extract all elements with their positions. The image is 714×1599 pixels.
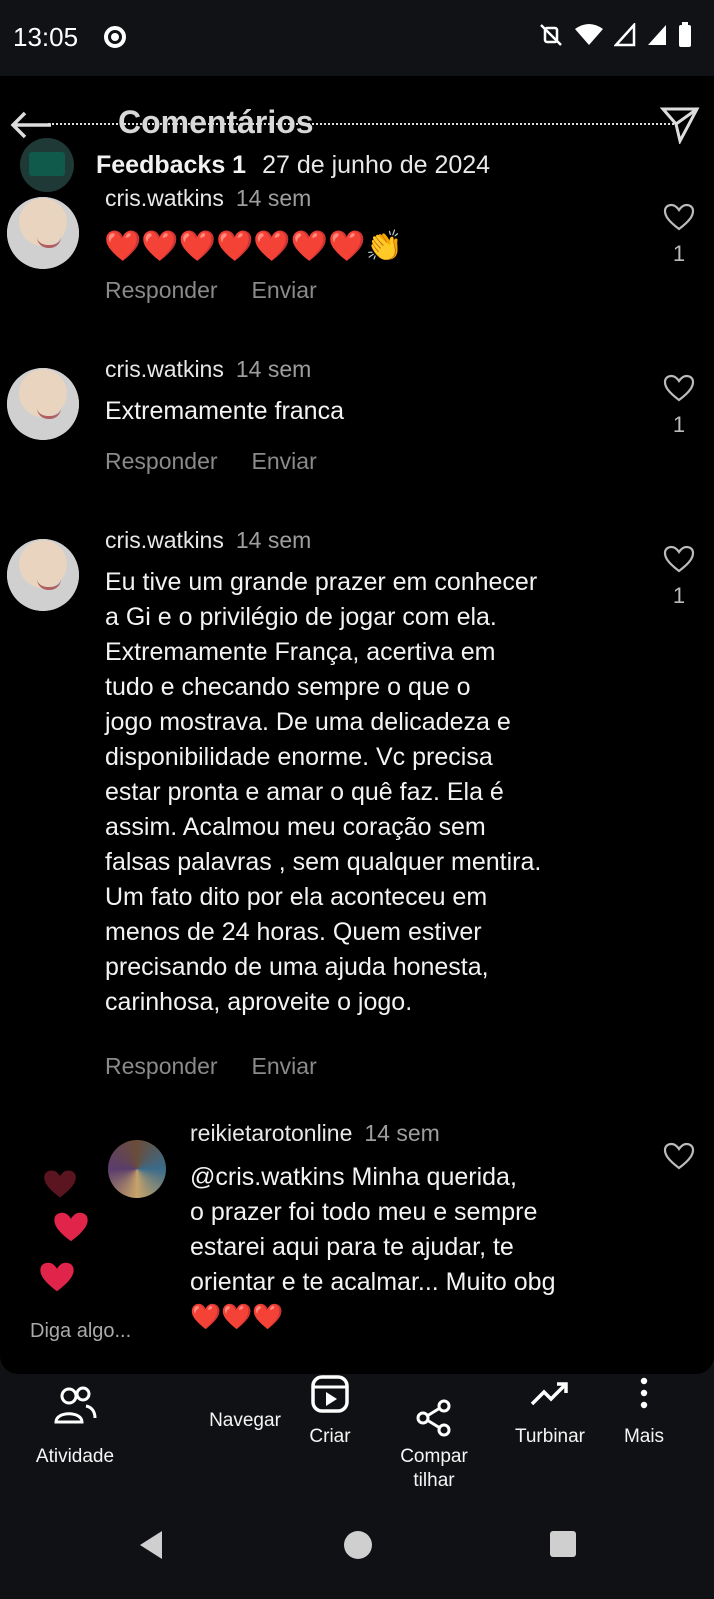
floating-heart-icon (44, 1170, 76, 1198)
activity-button[interactable]: Atividade (20, 1384, 130, 1468)
trending-icon (530, 1382, 568, 1406)
post-date: 27 de junho de 2024 (262, 150, 491, 179)
comment-time: 14 sem (235, 356, 312, 382)
nav-home-icon[interactable] (342, 1529, 374, 1561)
comment-text: Eu tive um grande prazer em conhecer a G… (105, 568, 542, 1016)
status-icons (538, 22, 692, 48)
status-bar: 13:05 (0, 0, 714, 76)
like-count: 1 (672, 583, 686, 608)
like-control (662, 1142, 696, 1174)
post-name: Feedbacks 1 (96, 150, 247, 179)
wifi-icon (575, 24, 603, 45)
floating-heart-icon (54, 1212, 88, 1242)
reply-button[interactable]: Responder (105, 1053, 218, 1080)
signal-icon (614, 23, 636, 47)
boost-label: Turbinar (514, 1426, 586, 1447)
page-title: Comentários (118, 104, 314, 140)
more-button[interactable]: Mais (614, 1374, 674, 1448)
boost-button[interactable]: Turbinar (500, 1374, 600, 1448)
like-control: 1 (662, 374, 696, 438)
share-icon (416, 1399, 451, 1437)
send-button[interactable]: Enviar (252, 448, 317, 475)
signal2-icon (648, 25, 666, 45)
people-icon (54, 1386, 97, 1424)
system-nav-bar (0, 1495, 714, 1599)
browse-button[interactable]: Navegar (195, 1410, 295, 1432)
reply-button[interactable]: Responder (105, 277, 218, 304)
avatar[interactable] (7, 539, 79, 611)
comment-actions: Responder Enviar (105, 277, 317, 304)
browse-label: Navegar (209, 1410, 281, 1431)
heart-outline-icon[interactable] (663, 203, 695, 231)
floating-heart-icon (40, 1262, 74, 1292)
comment-username[interactable]: cris.watkins (105, 356, 224, 382)
bottom-action-bar: Atividade Navegar Criar Compar tilhar Tu… (0, 1374, 714, 1495)
comment-text: Extremamente franca (105, 397, 344, 425)
play-box-icon (311, 1375, 349, 1413)
create-button[interactable]: Criar (296, 1374, 364, 1448)
nav-recents-icon[interactable] (549, 1530, 577, 1558)
heart-outline-icon[interactable] (663, 1142, 695, 1170)
more-label: Mais (623, 1426, 665, 1447)
status-time: 13:05 (13, 22, 79, 52)
avatar[interactable] (7, 368, 79, 440)
comment-username[interactable]: reikietarotonline (190, 1120, 352, 1146)
comment-username[interactable]: cris.watkins (105, 185, 224, 211)
comment-input[interactable]: Diga algo... (30, 1320, 131, 1343)
comment-text: @cris.watkins Minha querida, o prazer fo… (190, 1163, 556, 1331)
heart-outline-icon[interactable] (663, 374, 695, 402)
like-control: 1 (662, 203, 696, 267)
comment-text: ❤️❤️❤️❤️❤️❤️❤️👏 (104, 230, 403, 263)
avatar[interactable] (7, 197, 79, 269)
mute-vibrate-icon (540, 24, 562, 46)
like-control: 1 (662, 545, 696, 609)
comment-time: 14 sem (235, 527, 312, 553)
comment-actions: Responder Enviar (105, 448, 317, 475)
share-label: Compar tilhar (400, 1446, 468, 1491)
send-button[interactable]: Enviar (252, 1053, 317, 1080)
battery-icon (679, 22, 691, 47)
send-icon[interactable] (660, 106, 700, 144)
send-button[interactable]: Enviar (252, 277, 317, 304)
more-vert-icon (640, 1377, 648, 1409)
create-label: Criar (309, 1426, 351, 1447)
reply-button[interactable]: Responder (105, 448, 218, 475)
activity-label: Atividade (35, 1446, 115, 1467)
comment-actions: Responder Enviar (105, 1053, 317, 1080)
post-info: Feedbacks 1 27 de junho de 2024 (20, 138, 490, 192)
heart-outline-icon[interactable] (663, 545, 695, 573)
chrome-icon (104, 26, 126, 48)
nav-back-icon[interactable] (136, 1529, 166, 1561)
comment-username[interactable]: cris.watkins (105, 527, 224, 553)
comment-time: 14 sem (235, 185, 312, 211)
comment-time: 14 sem (364, 1120, 440, 1146)
like-count: 1 (672, 412, 686, 437)
back-arrow-icon[interactable] (7, 108, 55, 142)
avatar[interactable] (108, 1140, 166, 1198)
post-thumbnail[interactable] (20, 138, 74, 192)
like-count: 1 (672, 241, 686, 266)
